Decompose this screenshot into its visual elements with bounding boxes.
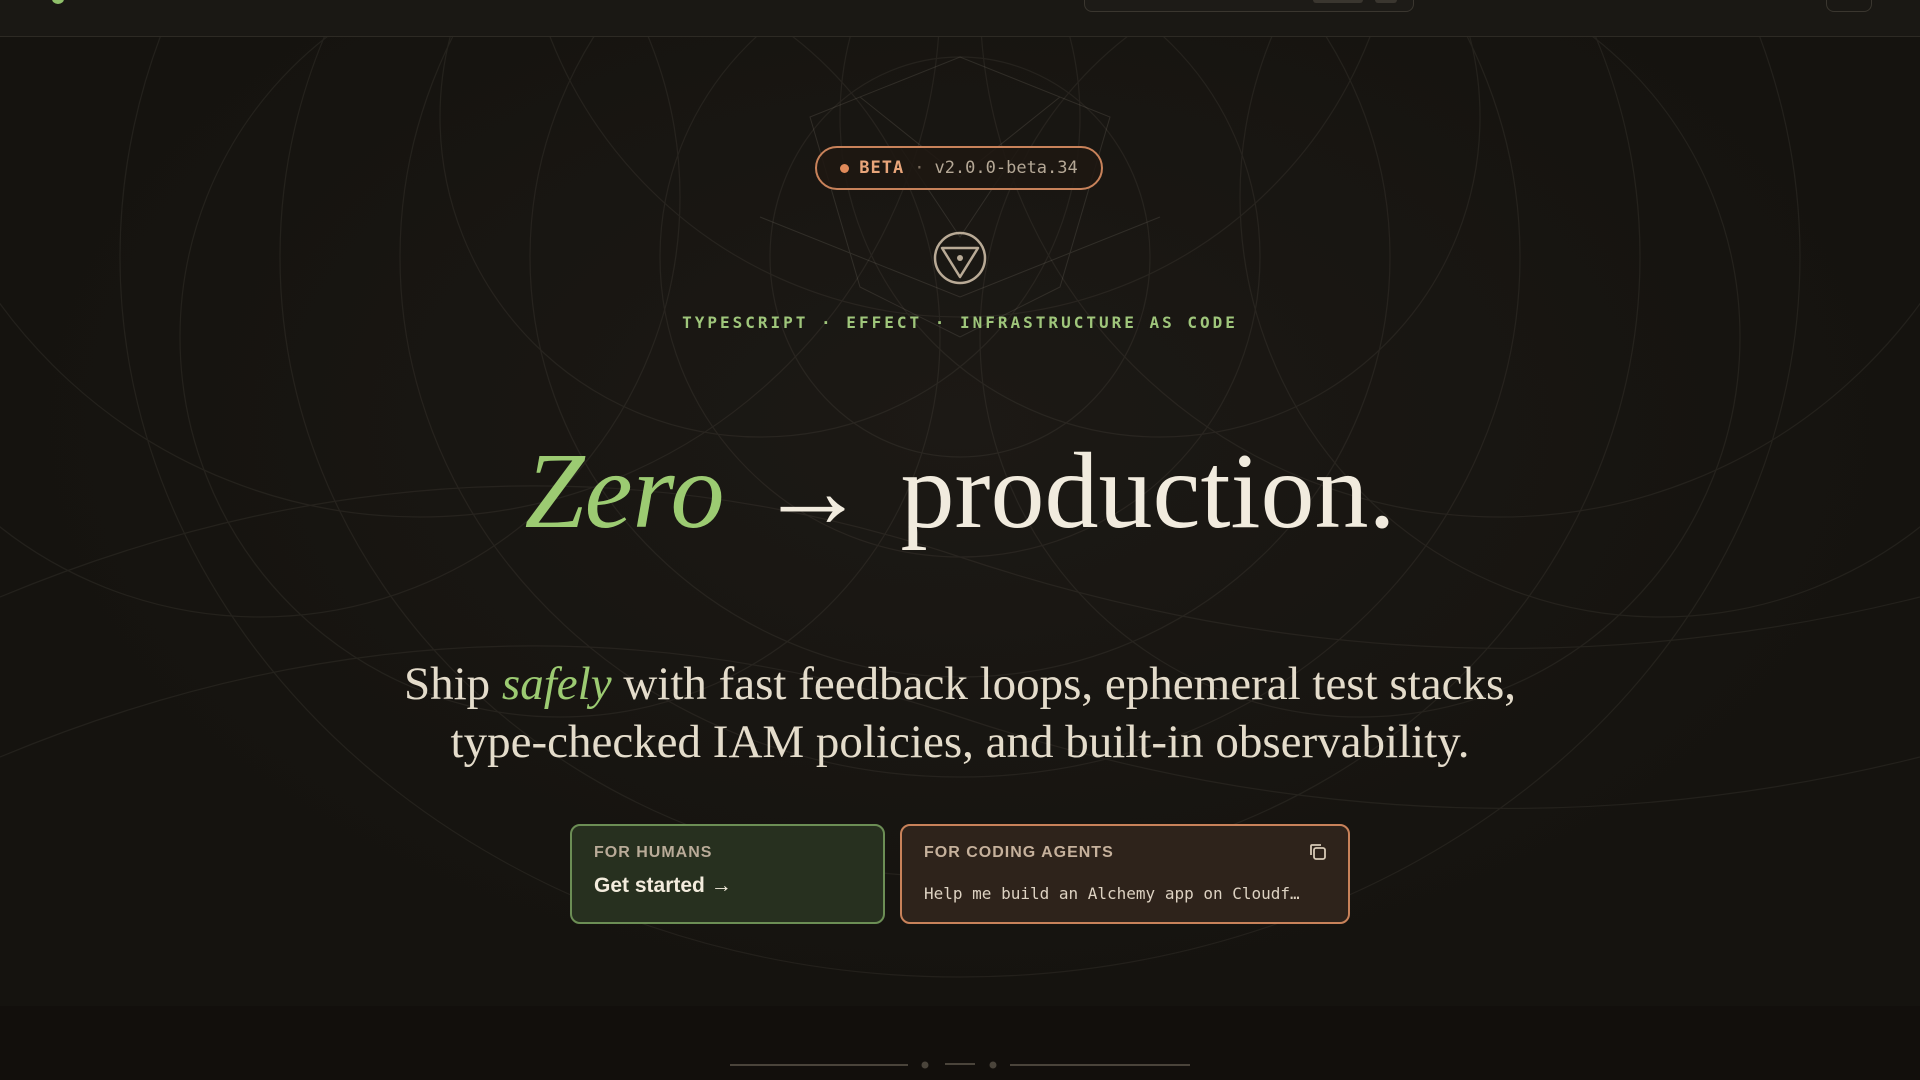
- hero-section: BETA · v2.0.0-beta.34 TYPESCRIPT · EFFEC…: [0, 37, 1920, 1005]
- agent-prompt-text: Help me build an Alchemy app on Cloudf…: [924, 884, 1300, 903]
- headline-rest: production.: [900, 432, 1396, 551]
- sub-line1: with fast feedback loops, ephemeral test…: [611, 658, 1517, 710]
- get-started-link[interactable]: Get started →: [594, 874, 861, 898]
- hero-subheadline: Ship safely with fast feedback loops, ep…: [0, 655, 1920, 771]
- agents-kicker: FOR CODING AGENTS: [924, 844, 1114, 861]
- badge-separator: ·: [914, 158, 925, 178]
- sub-accent: safely: [501, 658, 612, 710]
- shortcut-key: [1313, 0, 1363, 3]
- badge-label: BETA: [859, 158, 905, 178]
- sub-line2: type-checked IAM policies, and built-in …: [450, 716, 1470, 768]
- headline-accent: Zero: [524, 432, 725, 551]
- sub-before: Ship: [403, 658, 502, 710]
- coding-agents-card[interactable]: FOR CODING AGENTS Help me build an Alche…: [900, 824, 1350, 924]
- hero-headline: Zero → production.: [0, 432, 1920, 552]
- beta-badge[interactable]: BETA · v2.0.0-beta.34: [815, 146, 1103, 190]
- section-divider: [0, 1006, 1920, 1080]
- triangle-logo-icon: [933, 231, 987, 285]
- get-started-card[interactable]: FOR HUMANS Get started →: [570, 824, 885, 924]
- humans-kicker: FOR HUMANS: [594, 844, 713, 861]
- menu-button[interactable]: [1826, 0, 1872, 12]
- tagline: TYPESCRIPT · EFFECT · INFRASTRUCTURE AS …: [682, 313, 1238, 332]
- divider-ornament: [730, 1061, 1190, 1069]
- badge-version: v2.0.0-beta.34: [934, 158, 1078, 178]
- headline-arrow: →: [758, 432, 867, 551]
- copy-icon[interactable]: [1308, 842, 1328, 862]
- search-input[interactable]: [1084, 0, 1414, 12]
- shortcut-key: [1375, 0, 1397, 3]
- top-nav-bar: [0, 0, 1920, 37]
- logo-icon[interactable]: [52, 0, 64, 4]
- status-dot-icon: [840, 163, 850, 173]
